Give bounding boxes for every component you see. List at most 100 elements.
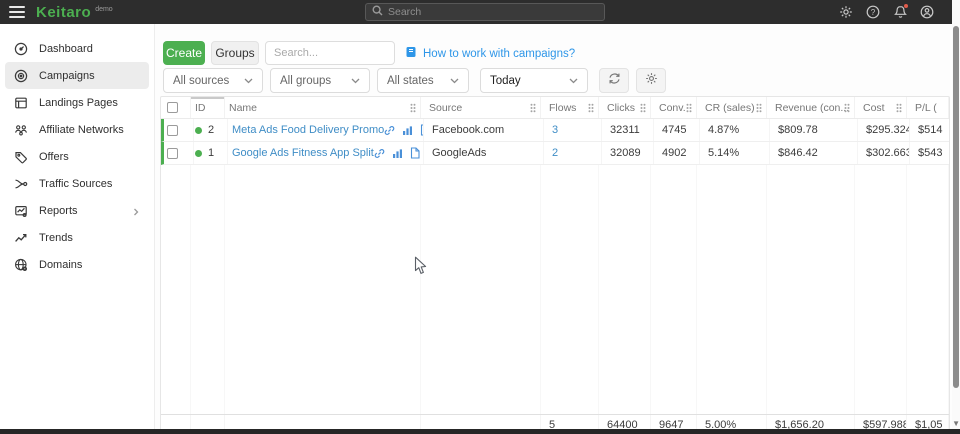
search-icon [372,3,383,21]
sidebar-item-trends[interactable]: Trends [5,224,149,251]
column-drag-handle-icon[interactable] [640,103,646,112]
sources-filter-value: All sources [173,75,229,87]
notifications-bell-icon[interactable] [893,5,907,19]
flows-link[interactable]: 3 [552,124,558,136]
column-drag-handle-icon[interactable] [844,103,850,112]
chevron-right-icon [132,207,140,215]
link-icon[interactable] [384,125,395,136]
sidebar-item-label: Affiliate Networks [39,124,124,136]
date-range-select[interactable]: Today [480,68,588,93]
select-all-checkbox[interactable] [167,102,178,113]
sidebar-item-label: Reports [39,205,78,217]
global-search-input[interactable] [388,6,598,18]
column-header-name[interactable]: Name [225,97,421,118]
chevron-down-icon [351,75,360,87]
status-active-dot [195,127,202,134]
stats-icon[interactable] [402,125,413,136]
column-drag-handle-icon[interactable] [588,103,594,112]
sidebar-item-dashboard[interactable]: Dashboard [5,35,149,62]
sidebar-item-domains[interactable]: Domains [5,251,149,278]
sidebar-item-label: Campaigns [39,70,95,82]
sidebar-item-offers[interactable]: Offers [5,143,149,170]
cr-cell: 5.14% [700,142,770,164]
topbar: Keitaro demo ? [0,0,952,24]
gear-icon [645,72,658,90]
sidebar-item-label: Trends [39,232,73,244]
settings-gear-icon[interactable] [839,5,853,19]
campaigns-icon [14,69,28,83]
sidebar-item-landings-pages[interactable]: Landings Pages [5,89,149,116]
cr-cell: 4.87% [700,119,770,141]
sidebar-item-affiliate-networks[interactable]: Affiliate Networks [5,116,149,143]
campaigns-table: ID Name Source Flows Clicks Conv. CR (sa… [160,96,950,434]
states-filter-select[interactable]: All states [377,68,469,93]
cost-cell: $302.6635 [858,142,910,164]
source-cell: Facebook.com [424,119,544,141]
conv-cell: 4902 [654,142,700,164]
sidebar-item-label: Traffic Sources [39,178,112,190]
user-avatar-icon[interactable] [920,5,934,19]
create-button[interactable]: Create [163,41,205,65]
sidebar-item-traffic-sources[interactable]: Traffic Sources [5,170,149,197]
logo-demo-badge: demo [95,6,113,13]
status-active-dot [195,150,202,157]
table-row[interactable]: 2 Meta Ads Food Delivery Promo ··· Faceb… [161,119,949,142]
report-icon[interactable] [410,147,420,159]
vertical-scrollbar-thumb[interactable] [953,26,959,388]
reports-icon [14,204,28,218]
date-range-value: Today [490,75,521,87]
stats-icon[interactable] [392,148,403,159]
column-header-pl[interactable]: P/L ( [907,97,949,118]
sidebar-item-label: Offers [39,151,69,163]
campaign-name-link[interactable]: Google Ads Fitness App Split [232,147,374,159]
link-icon[interactable] [374,148,385,159]
topbar-actions: ? [839,0,934,24]
column-header-id[interactable]: ID [191,97,225,118]
column-header-clicks[interactable]: Clicks [599,97,651,118]
column-drag-handle-icon[interactable] [530,103,536,112]
column-drag-handle-icon[interactable] [410,103,416,112]
column-header-flows[interactable]: Flows [541,97,599,118]
table-settings-button[interactable] [636,68,666,93]
scroll-down-arrow-icon[interactable]: ▼ [952,419,960,428]
groups-button[interactable]: Groups [211,41,259,65]
revenue-cell: $846.42 [770,142,858,164]
sidebar-item-reports[interactable]: Reports [5,197,149,224]
flows-link[interactable]: 2 [552,147,558,159]
column-drag-handle-icon[interactable] [686,103,692,112]
groups-filter-select[interactable]: All groups [270,68,370,93]
states-filter-value: All states [387,75,434,87]
help-icon[interactable]: ? [866,5,880,19]
refresh-button[interactable] [599,68,629,93]
sidebar-item-label: Dashboard [39,43,93,55]
filters-bar: All sources All groups All states Today [163,68,666,93]
row-checkbox[interactable] [167,148,178,159]
affiliate-networks-icon [14,123,28,137]
campaign-search-input[interactable] [265,41,395,65]
campaign-id: 1 [208,147,214,159]
sources-filter-select[interactable]: All sources [163,68,263,93]
column-header-revenue[interactable]: Revenue (con... [767,97,855,118]
row-checkbox[interactable] [167,125,178,136]
table-empty-area [161,165,949,414]
clicks-cell: 32311 [602,119,654,141]
chevron-down-icon [450,75,459,87]
campaign-name-link[interactable]: Meta Ads Food Delivery Promo [232,124,384,136]
column-header-conv[interactable]: Conv. [651,97,697,118]
svg-text:?: ? [871,8,876,17]
column-drag-handle-icon[interactable] [896,103,902,112]
column-drag-handle-icon[interactable] [756,103,762,112]
vertical-scrollbar[interactable]: ▼ [952,0,960,434]
table-row[interactable]: 1 Google Ads Fitness App Split ··· Googl… [161,142,949,165]
help-link[interactable]: How to work with campaigns? [405,46,575,61]
global-search[interactable] [365,3,605,21]
conv-cell: 4745 [654,119,700,141]
row-actions: ··· [384,124,424,136]
sidebar-item-campaigns[interactable]: Campaigns [5,62,149,89]
column-header-cr-sales[interactable]: CR (sales) [697,97,767,118]
hamburger-menu-icon[interactable] [9,3,25,21]
landings-pages-icon [14,96,28,110]
column-header-source[interactable]: Source [421,97,541,118]
window-bottom-edge [0,429,960,434]
column-header-cost[interactable]: Cost [855,97,907,118]
